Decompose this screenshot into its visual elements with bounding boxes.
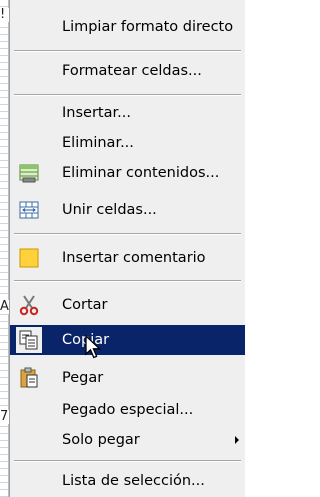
menu-item-delete[interactable]: Eliminar... [10, 128, 245, 158]
menu-item-merge-cells[interactable]: Unir celdas... [10, 195, 245, 225]
eraser-icon [18, 162, 40, 184]
menu-item-label: Pegar [62, 370, 104, 386]
menu-item-label: Pegado especial... [62, 402, 194, 418]
sheet-fragment: 7 [0, 410, 9, 424]
menu-item-delete-contents[interactable]: Eliminar contenidos... [10, 158, 245, 188]
menu-item-label: Cortar [62, 297, 108, 313]
menu-separator [14, 50, 241, 52]
menu-item-insert-comment[interactable]: Insertar comentario [10, 243, 245, 273]
menu-item-paste-only[interactable]: Solo pegar [10, 425, 245, 455]
menu-item-selection-list[interactable]: Lista de selección... [10, 466, 245, 496]
menu-item-label: Unir celdas... [62, 202, 157, 218]
merge-cells-icon [18, 199, 40, 221]
menu-item-clear-direct-formatting[interactable]: Limpiar formato directo [10, 12, 245, 42]
comment-icon [18, 247, 40, 269]
context-menu: Limpiar formato directo Formatear celdas… [9, 0, 245, 497]
menu-item-paste-special[interactable]: Pegado especial... [10, 395, 245, 425]
menu-item-label: Formatear celdas... [62, 63, 202, 79]
mouse-pointer-icon [85, 335, 102, 359]
menu-item-format-cells[interactable]: Formatear celdas... [10, 56, 245, 86]
menu-separator [14, 280, 241, 282]
menu-item-label: Limpiar formato directo [62, 19, 234, 35]
menu-separator [14, 94, 241, 96]
menu-item-label: Insertar comentario [62, 250, 206, 266]
menu-item-paste[interactable]: Pegar [10, 363, 245, 393]
copy-icon [18, 329, 40, 351]
sheet-fragment: A [0, 300, 9, 314]
submenu-arrow-icon [235, 436, 239, 444]
menu-item-cut[interactable]: Cortar [10, 290, 245, 320]
paste-icon [18, 367, 40, 389]
menu-item-insert[interactable]: Insertar... [10, 98, 245, 128]
menu-separator [14, 233, 241, 235]
scissors-icon [18, 294, 40, 316]
menu-item-label: Eliminar... [62, 135, 134, 151]
menu-item-copy[interactable]: Copiar [10, 325, 245, 355]
sheet-fragment: ! [0, 8, 9, 22]
menu-item-label: Eliminar contenidos... [62, 165, 220, 181]
spreadsheet-edge: ! A 7 [0, 0, 9, 497]
menu-item-label: Lista de selección... [62, 473, 205, 489]
menu-item-label: Solo pegar [62, 432, 140, 448]
menu-item-label: Insertar... [62, 105, 131, 121]
menu-separator [14, 460, 241, 462]
